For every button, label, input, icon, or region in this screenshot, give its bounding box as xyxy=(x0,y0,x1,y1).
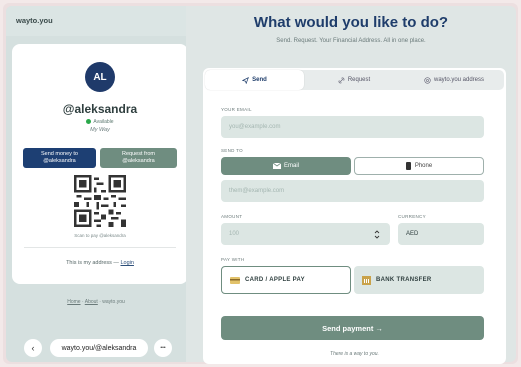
send-money-label-2: @aleksandra xyxy=(43,158,76,164)
url-bar: ‹ wayto.you/@aleksandra ••• xyxy=(24,339,176,359)
pay-bank-option[interactable]: BANK TRANSFER xyxy=(354,266,484,294)
main-panel: What would you like to do? Send. Request… xyxy=(186,6,516,364)
home-link[interactable]: Home xyxy=(67,299,80,305)
bank-icon xyxy=(362,275,371,285)
page-title: What would you like to do? xyxy=(253,14,449,31)
avatar: AL xyxy=(85,62,115,92)
pay-card-label: CARD / APPLE PAY xyxy=(245,277,305,283)
profile-card: AL @aleksandra Available My Way Send mon… xyxy=(12,44,188,284)
sidebar-header: wayto.you xyxy=(6,6,186,36)
divider xyxy=(24,247,176,248)
amount-input[interactable]: 100 xyxy=(221,223,390,245)
brand-logo[interactable]: wayto.you xyxy=(16,16,53,25)
email-label: YOUR EMAIL xyxy=(221,107,252,112)
phone-option-label: Phone xyxy=(414,163,433,169)
tab-address[interactable]: wayto.you address xyxy=(404,70,504,90)
send-money-label-1: Send money to xyxy=(41,151,78,157)
currency-label: CURRENCY xyxy=(398,214,426,219)
more-dots-icon: ••• xyxy=(160,345,166,351)
send-money-button[interactable]: Send money to @aleksandra xyxy=(23,148,96,168)
request-label-1: Request from xyxy=(121,151,155,157)
send-payment-button[interactable]: Send payment → xyxy=(221,316,484,340)
tab-address-label: wayto.you address xyxy=(433,77,485,83)
stepper-icon[interactable] xyxy=(374,230,380,239)
phone-icon xyxy=(405,162,411,170)
login-link[interactable]: Login xyxy=(120,260,133,266)
pay-with-label: PAY WITH xyxy=(221,257,245,262)
page-subtitle: Send. Request. Your Financial Address. A… xyxy=(276,38,426,44)
footer-domain: wayto.you xyxy=(102,299,125,305)
availability-status: Available xyxy=(12,119,188,125)
tab-request-label: Request xyxy=(347,77,371,83)
link-icon xyxy=(338,77,345,83)
tab-send-label: Send xyxy=(252,77,267,83)
send-arrow-icon xyxy=(242,76,250,84)
amount-value: 100 xyxy=(229,231,240,237)
pay-bank-label: BANK TRANSFER xyxy=(376,277,432,283)
profile-url-pill[interactable]: wayto.you/@aleksandra xyxy=(50,339,148,357)
footnote: There is a way to you. xyxy=(330,351,379,357)
more-button[interactable]: ••• xyxy=(154,339,172,357)
pay-card-option[interactable]: CARD / APPLE PAY xyxy=(221,266,351,294)
amount-label: AMOUNT xyxy=(221,214,243,219)
status-text: Available xyxy=(93,119,114,125)
back-button[interactable]: ‹ xyxy=(24,339,42,357)
status-dot-icon xyxy=(86,119,92,125)
footer-separator-2: · xyxy=(99,299,101,305)
email-option-label: Email xyxy=(283,163,299,169)
send-to-email-option[interactable]: Email xyxy=(221,157,351,175)
scan-caption: Scan to pay @aleksandra xyxy=(74,233,126,238)
chevron-left-icon: ‹ xyxy=(31,343,35,353)
tab-request[interactable]: Request xyxy=(304,70,404,90)
about-link[interactable]: About xyxy=(85,299,98,305)
credit-card-icon xyxy=(230,276,240,284)
footer-separator: · xyxy=(81,299,84,305)
profile-handle: @aleksandra xyxy=(62,102,138,116)
at-sign-icon xyxy=(424,76,431,84)
address-line: This is my address — Login xyxy=(12,260,188,266)
send-to-phone-option[interactable]: Phone xyxy=(354,157,484,175)
address-text: This is my address — xyxy=(66,260,119,266)
footer-links: Home · About · wayto.you xyxy=(6,299,186,305)
tab-bar: Send Request wayto.you address xyxy=(205,70,504,90)
recipient-field[interactable]: them@example.com xyxy=(221,180,484,202)
request-label-2: @aleksandra xyxy=(122,158,155,164)
tab-send[interactable]: Send xyxy=(205,70,304,90)
payment-card: Send Request wayto.you address YOUR EMAI… xyxy=(203,68,506,364)
request-from-button[interactable]: Request from @aleksandra xyxy=(100,148,177,168)
qr-code xyxy=(74,175,126,227)
profile-sidebar: wayto.you AL @aleksandra Available My Wa… xyxy=(6,6,188,362)
profile-tagline: My Way xyxy=(90,127,110,133)
email-field[interactable]: you@example.com xyxy=(221,116,484,138)
currency-select[interactable]: AED xyxy=(398,223,484,245)
send-to-label: SEND TO xyxy=(221,148,243,153)
envelope-icon xyxy=(272,163,281,169)
